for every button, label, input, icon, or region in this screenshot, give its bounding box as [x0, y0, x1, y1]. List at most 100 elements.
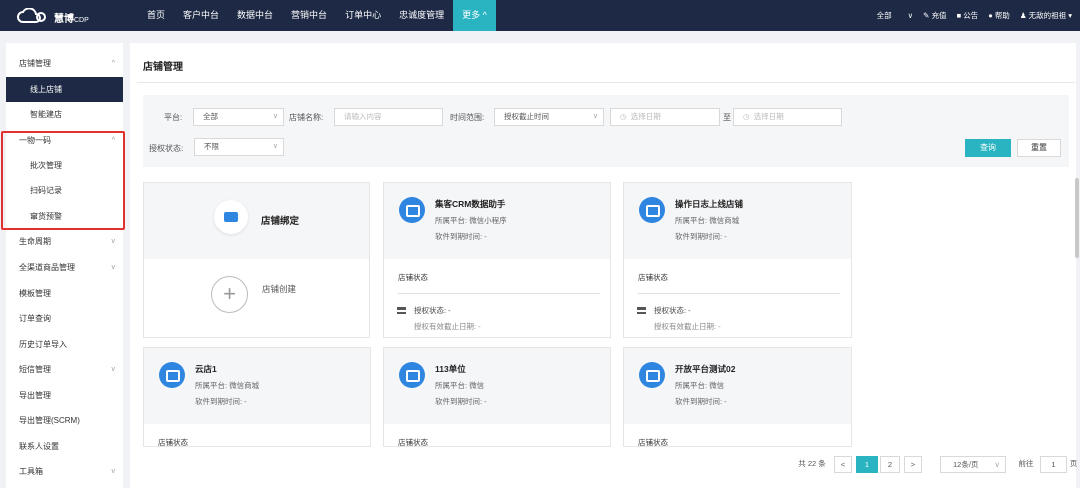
sidebar-item-omni-goods[interactable]: 全渠道商品管理 v: [6, 255, 123, 280]
store-platform: 所属平台: 微信: [435, 381, 485, 390]
store-status-label: 店铺状态: [398, 273, 428, 282]
query-button[interactable]: 查询: [965, 139, 1011, 157]
sidebar-item-lifecycle[interactable]: 生命周期 v: [6, 229, 123, 254]
nav-loyalty[interactable]: 忠诚度管理: [390, 0, 453, 31]
notice-link[interactable]: ■ 公告: [957, 10, 979, 21]
store-icon: [639, 197, 665, 223]
divider: [398, 293, 600, 294]
sidebar-item-export[interactable]: 导出管理: [6, 383, 123, 408]
store-expire: 软件到期时间: -: [435, 232, 487, 241]
page-unit-label: 页: [1069, 459, 1078, 468]
auth-status: 授权状态: -: [654, 306, 691, 315]
goto-label: 前往: [1018, 459, 1034, 468]
auth-status-select[interactable]: 不限 ∨: [194, 138, 284, 156]
store-status-label: 店铺状态: [158, 438, 188, 447]
nav-order[interactable]: 订单中心: [336, 0, 390, 31]
sidebar-item-history-import[interactable]: 历史订单导入: [6, 332, 123, 357]
nav-data[interactable]: 数据中台: [228, 0, 282, 31]
store-name: 云店1: [195, 364, 217, 374]
store-name: 集客CRM数据助手: [435, 199, 506, 209]
goto-page-input[interactable]: 1: [1040, 456, 1067, 473]
help-icon: ●: [988, 11, 993, 20]
page-2-button[interactable]: 2: [880, 456, 900, 473]
store-status-label: 店铺状态: [398, 438, 428, 447]
store-name: 开放平台测试02: [675, 364, 736, 374]
store-status-label: 店铺状态: [638, 438, 668, 447]
to-label: 至: [723, 113, 731, 122]
recharge-link[interactable]: ✎ 充值: [923, 10, 946, 21]
store-name-label: 店铺名称:: [289, 113, 324, 122]
chevron-down-icon: ∨: [592, 113, 598, 120]
end-date-input[interactable]: ◷ 选择日期: [733, 108, 842, 126]
chevron-down-icon: v: [111, 468, 116, 475]
chevron-down-icon: ∨: [272, 113, 278, 120]
time-range-select[interactable]: 授权截止时间 ∨: [494, 108, 604, 126]
store-card[interactable]: 云店1 所属平台: 微信商城 软件到期时间: - 店铺状态: [143, 347, 371, 447]
sidebar-item-sms[interactable]: 短信管理 v: [6, 357, 123, 382]
page-1-button[interactable]: 1: [856, 456, 878, 473]
chevron-down-icon: v: [111, 238, 116, 245]
nav-marketing[interactable]: 营销中台: [282, 0, 336, 31]
store-expire: 软件到期时间: -: [435, 397, 487, 406]
help-link[interactable]: ● 帮助: [988, 10, 1010, 21]
next-page-button[interactable]: >: [904, 456, 922, 473]
prev-page-button[interactable]: <: [834, 456, 852, 473]
sidebar-item-store-management[interactable]: 店铺管理 ^: [6, 51, 123, 76]
reset-button[interactable]: 重置: [1017, 139, 1061, 157]
create-store-label[interactable]: 店铺创建: [262, 283, 298, 296]
store-card[interactable]: 113单位 所属平台: 微信 软件到期时间: - 店铺状态: [383, 347, 611, 447]
platform-label: 平台:: [164, 113, 183, 122]
plus-icon[interactable]: +: [211, 276, 248, 313]
sidebar-item-toolbox[interactable]: 工具箱 v: [6, 459, 123, 484]
sidebar-item-contacts[interactable]: 联系人设置: [6, 434, 123, 459]
notice-icon: ■: [956, 11, 962, 20]
store-card[interactable]: 操作日志上线店铺 所属平台: 微信商城 软件到期时间: - 店铺状态 授权状态:…: [623, 182, 852, 338]
divider: [638, 293, 840, 294]
store-expire: 软件到期时间: -: [675, 397, 727, 406]
page-title: 店铺管理: [143, 62, 183, 73]
divider: [137, 82, 1075, 83]
sidebar-item-order-query[interactable]: 订单查询: [6, 306, 123, 331]
store-name: 操作日志上线店铺: [675, 199, 744, 209]
nav-customer[interactable]: 客户中台: [174, 0, 228, 31]
auth-icon: [397, 307, 406, 314]
store-platform: 所属平台: 微信商城: [675, 216, 740, 225]
sidebar-item-smart-store[interactable]: 智能建店: [6, 102, 123, 127]
recharge-icon: ✎: [923, 11, 930, 20]
store-expire: 软件到期时间: -: [675, 232, 727, 241]
bind-store-area[interactable]: 店铺绑定: [144, 183, 369, 259]
chevron-down-icon: v: [111, 264, 116, 271]
platform-select[interactable]: 全部 ∨: [193, 108, 284, 126]
sidebar-item-export-scrm[interactable]: 导出管理(SCRM): [6, 408, 123, 433]
scope-select[interactable]: 全部 ∨: [877, 10, 914, 21]
chevron-down-icon: v: [111, 366, 116, 373]
store-platform: 所属平台: 微信商城: [195, 381, 260, 390]
nav-home[interactable]: 首页: [138, 0, 174, 31]
store-card[interactable]: 集客CRM数据助手 所属平台: 微信小程序 软件到期时间: - 店铺状态 授权状…: [383, 182, 611, 338]
sidebar-item-template[interactable]: 模板管理: [6, 281, 123, 306]
store-icon: [399, 197, 425, 223]
top-navbar: 慧博CDP 首页 客户中台 数据中台 营销中台 订单中心 忠诚度管理 更多 ^ …: [0, 0, 1080, 31]
store-card[interactable]: 开放平台测试02 所属平台: 微信 软件到期时间: - 店铺状态: [623, 347, 852, 447]
total-count: 共 22 条: [798, 459, 826, 468]
store-expire: 软件到期时间: -: [195, 397, 247, 406]
store-icon: [159, 362, 185, 388]
chevron-down-icon: ∨: [994, 460, 1001, 469]
page-size-select[interactable]: 12条/页 ∨: [940, 456, 1006, 473]
store-status-label: 店铺状态: [638, 273, 668, 282]
sidebar-item-online-store[interactable]: 线上店铺: [6, 77, 123, 102]
store-icon: [399, 362, 425, 388]
chevron-down-icon: ∨: [272, 143, 278, 150]
user-menu[interactable]: ♟ 无敌的祖祖 ▾: [1020, 10, 1072, 21]
nav-more[interactable]: 更多 ^: [453, 0, 496, 31]
store-platform: 所属平台: 微信小程序: [435, 216, 507, 225]
store-name: 113单位: [435, 364, 466, 374]
scrollbar[interactable]: [1075, 178, 1079, 258]
start-date-input[interactable]: ◷ 选择日期: [610, 108, 720, 126]
chevron-up-icon: ^: [111, 60, 115, 67]
store-name-input[interactable]: 请输入内容: [334, 108, 443, 126]
auth-date: 授权有效截止日期: -: [414, 322, 481, 331]
chevron-down-icon: ∨: [907, 11, 914, 20]
bind-store-label: 店铺绑定: [261, 216, 300, 227]
user-icon: ♟: [1019, 11, 1027, 20]
